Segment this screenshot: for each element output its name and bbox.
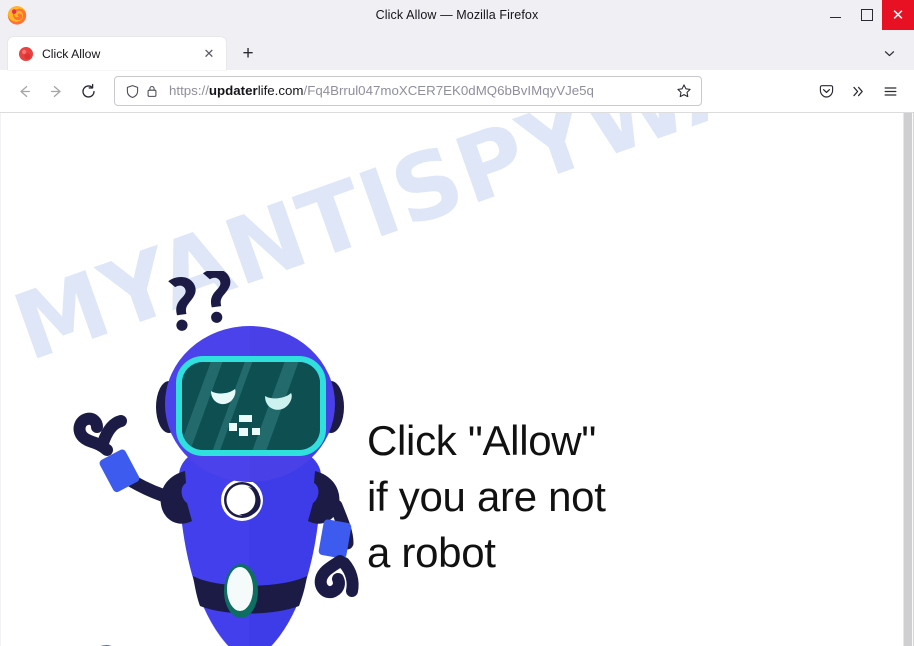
back-button[interactable] bbox=[8, 76, 40, 106]
reload-button[interactable] bbox=[72, 76, 104, 106]
tab-title: Click Allow bbox=[42, 46, 101, 61]
url-path: /Fq4Brrul047moXCER7EK0dMQ6bBvIMqyVJe5q bbox=[303, 83, 594, 98]
tracking-protection-shield-icon[interactable] bbox=[123, 82, 141, 100]
robot-left-claw-2 bbox=[97, 415, 127, 449]
close-window-button[interactable]: ✕ bbox=[882, 0, 914, 30]
confused-robot-illustration bbox=[59, 269, 379, 646]
title-bar: Click Allow — Mozilla Firefox ✕ bbox=[0, 0, 914, 30]
app-menu-icon[interactable] bbox=[874, 76, 906, 106]
list-all-tabs-icon[interactable] bbox=[878, 42, 900, 64]
bookmark-star-icon[interactable] bbox=[673, 80, 695, 102]
address-bar[interactable]: https://updaterlife.com/Fq4Brrul047moXCE… bbox=[114, 76, 702, 106]
url-host-highlight: updater bbox=[208, 83, 258, 98]
url-text: https://updaterlife.com/Fq4Brrul047moXCE… bbox=[169, 82, 673, 100]
e-captcha-logo-icon bbox=[100, 645, 112, 646]
firefox-window: Click Allow — Mozilla Firefox ✕ Click Al… bbox=[0, 0, 914, 646]
close-icon: ✕ bbox=[891, 6, 905, 24]
tab-strip: Click Allow ✕ + bbox=[0, 30, 914, 70]
browser-tab[interactable]: Click Allow ✕ bbox=[8, 37, 226, 70]
web-page-content: MYANTISPYWARE.COM Click "Allow" if you a… bbox=[1, 113, 913, 646]
window-title: Click Allow — Mozilla Firefox bbox=[375, 8, 539, 22]
robot-right-claw-2 bbox=[338, 557, 359, 597]
page-viewport: MYANTISPYWARE.COM Click "Allow" if you a… bbox=[0, 113, 914, 646]
forward-button[interactable] bbox=[40, 76, 72, 106]
question-marks-icon bbox=[168, 269, 231, 331]
url-scheme: https:// bbox=[169, 83, 209, 98]
robot-right-cuff bbox=[318, 519, 352, 559]
minimize-button[interactable] bbox=[820, 0, 851, 30]
navigation-toolbar: https://updaterlife.com/Fq4Brrul047moXCE… bbox=[0, 70, 914, 113]
overflow-menu-icon[interactable] bbox=[842, 76, 874, 106]
firefox-logo-icon bbox=[6, 4, 28, 26]
robot-right-claw bbox=[314, 555, 346, 599]
padlock-icon[interactable] bbox=[143, 82, 161, 100]
scrollbar-thumb[interactable] bbox=[904, 113, 912, 646]
tab-close-icon[interactable]: ✕ bbox=[200, 45, 218, 63]
e-captcha-badge: E-CAPTCHA bbox=[75, 641, 137, 646]
new-tab-button[interactable]: + bbox=[234, 39, 262, 67]
url-host-rest: life.com bbox=[257, 83, 304, 98]
window-controls: ✕ bbox=[820, 0, 914, 30]
page-headline: Click "Allow" if you are not a robot bbox=[367, 417, 606, 576]
robot-belt-buckle bbox=[227, 567, 253, 611]
page-scrollbar[interactable] bbox=[903, 113, 913, 646]
maximize-button[interactable] bbox=[851, 0, 882, 30]
tab-favicon-icon bbox=[18, 46, 34, 62]
pocket-save-icon[interactable] bbox=[810, 76, 842, 106]
toolbar-right-actions bbox=[804, 76, 906, 106]
